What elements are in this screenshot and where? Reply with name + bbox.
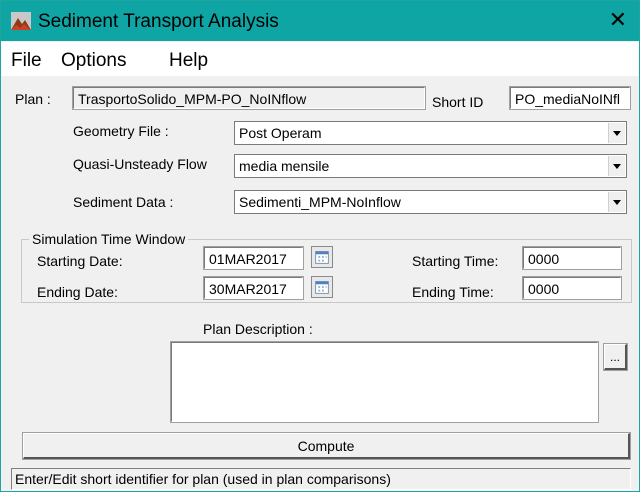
geometry-file-select[interactable]: Post Operam <box>234 121 627 145</box>
starting-date-label: Starting Date: <box>37 253 123 269</box>
quasi-unsteady-flow-value: media mensile <box>239 158 330 174</box>
simulation-time-window-title: Simulation Time Window <box>29 231 189 247</box>
geometry-file-value: Post Operam <box>239 125 322 141</box>
menu-file[interactable]: File <box>11 50 42 72</box>
short-id-input[interactable]: PO_mediaNoINfl <box>509 86 631 110</box>
close-button[interactable]: ✕ <box>609 7 627 33</box>
ending-time-input[interactable]: 0000 <box>522 276 622 300</box>
starting-time-label: Starting Time: <box>412 253 499 269</box>
plan-description-label: Plan Description : <box>203 321 313 337</box>
sediment-data-select[interactable]: Sedimenti_MPM-NoInflow <box>234 190 627 214</box>
chevron-down-icon[interactable] <box>608 192 625 212</box>
sediment-data-value: Sedimenti_MPM-NoInflow <box>239 194 401 210</box>
chevron-down-icon[interactable] <box>608 123 625 143</box>
sediment-transport-window: Sediment Transport Analysis ✕ File Optio… <box>0 0 640 492</box>
plan-description-textarea[interactable] <box>170 341 599 423</box>
ending-date-input[interactable]: 30MAR2017 <box>203 276 304 300</box>
menu-help[interactable]: Help <box>169 50 208 72</box>
ending-date-label: Ending Date: <box>37 284 118 300</box>
geometry-file-label: Geometry File : <box>73 123 169 139</box>
plan-label: Plan : <box>15 91 51 107</box>
status-bar: Enter/Edit short identifier for plan (us… <box>11 468 631 490</box>
hec-ras-icon <box>11 12 31 30</box>
starting-time-input[interactable]: 0000 <box>522 246 622 270</box>
quasi-unsteady-flow-select[interactable]: media mensile <box>234 154 627 178</box>
menu-bar: File Options Help <box>1 42 639 76</box>
description-more-button[interactable]: ... <box>603 343 628 371</box>
calendar-icon[interactable] <box>311 276 333 298</box>
sediment-data-label: Sediment Data : <box>73 194 174 210</box>
chevron-down-icon[interactable] <box>608 156 625 176</box>
short-id-label: Short ID <box>432 94 484 110</box>
compute-button[interactable]: Compute <box>22 432 631 460</box>
calendar-icon[interactable] <box>311 246 333 268</box>
title-bar[interactable]: Sediment Transport Analysis ✕ <box>1 1 639 41</box>
starting-date-input[interactable]: 01MAR2017 <box>203 246 304 270</box>
quasi-unsteady-flow-label: Quasi-Unsteady Flow <box>73 156 207 172</box>
menu-options[interactable]: Options <box>61 50 126 72</box>
ending-time-label: Ending Time: <box>412 284 494 300</box>
plan-title-field[interactable]: TrasportoSolido_MPM-PO_NoINflow <box>72 86 426 110</box>
window-title: Sediment Transport Analysis <box>38 11 279 32</box>
